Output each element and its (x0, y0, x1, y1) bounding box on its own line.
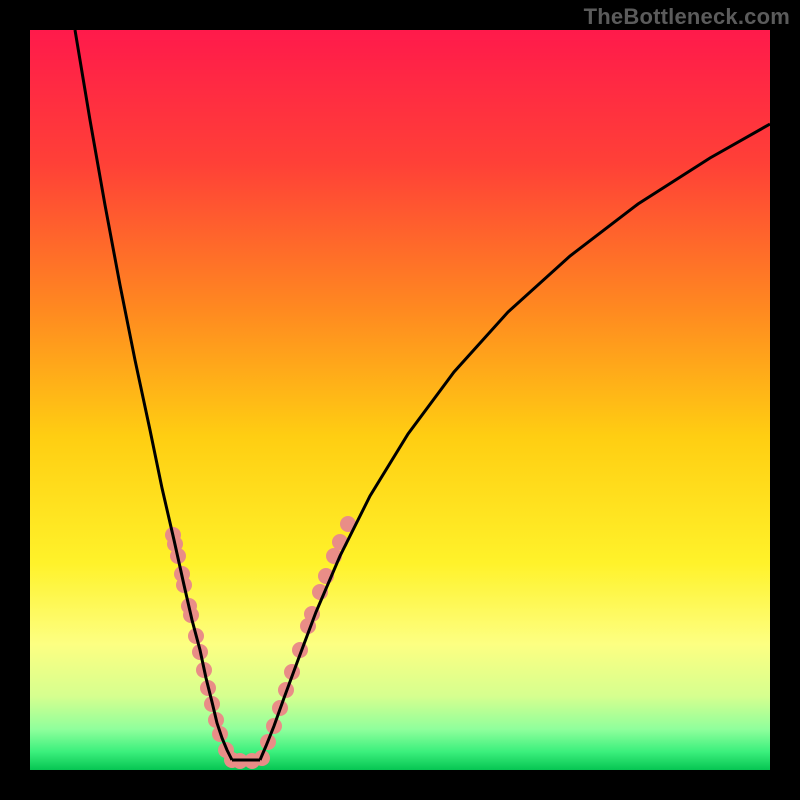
data-markers (165, 516, 356, 769)
plot-area (30, 30, 770, 770)
curve-left-branch (75, 30, 232, 760)
curve-layer (30, 30, 770, 770)
watermark-text: TheBottleneck.com (584, 4, 790, 30)
chart-frame: TheBottleneck.com (0, 0, 800, 800)
curve-right-branch (260, 124, 770, 760)
